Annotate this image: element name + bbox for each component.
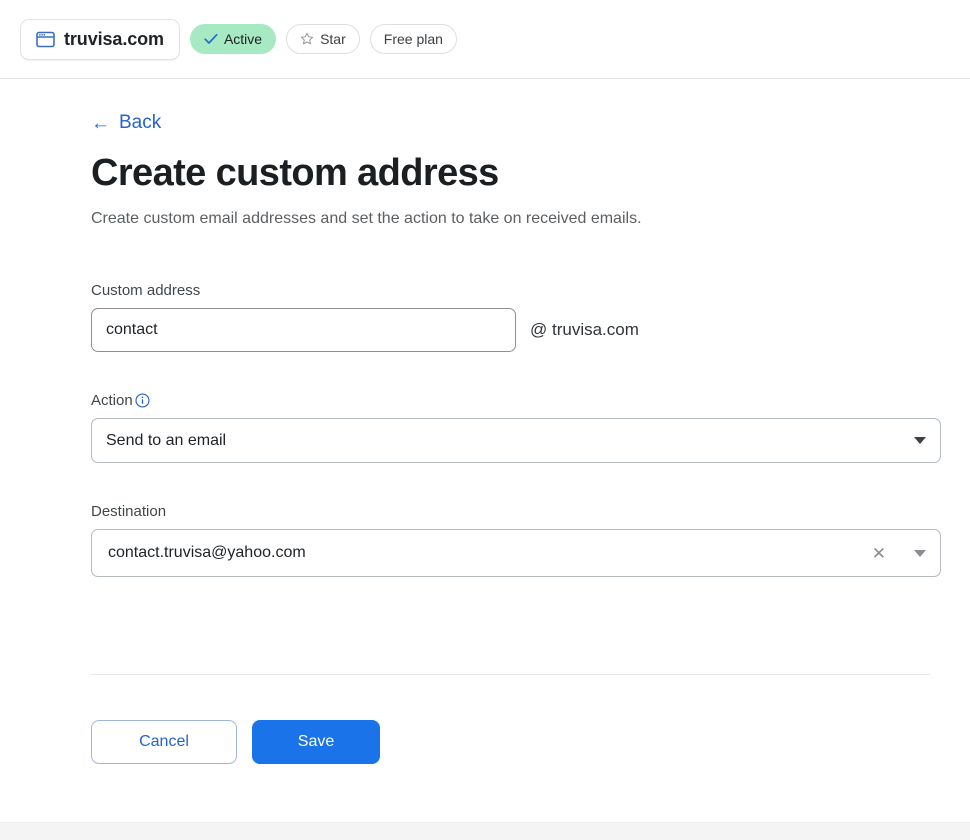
cancel-button[interactable]: Cancel xyxy=(91,720,237,765)
status-badge-active[interactable]: Active xyxy=(189,24,277,54)
back-link[interactable]: ← Back xyxy=(91,112,161,134)
footer-divider xyxy=(91,674,930,676)
info-circle-icon[interactable] xyxy=(135,393,150,408)
top-bar: truvisa.com Active Star Free plan xyxy=(0,0,970,79)
arrow-left-icon: ← xyxy=(91,112,110,134)
field-group-custom-address: Custom address @ truvisa.com xyxy=(91,282,950,353)
status-badge-label: Active xyxy=(223,31,263,47)
close-x-icon[interactable]: ✕ xyxy=(872,545,886,562)
plan-badge[interactable]: Free plan xyxy=(369,24,457,54)
main-content: ← Back Create custom address Create cust… xyxy=(0,79,970,765)
destination-label-text: Destination xyxy=(91,503,167,521)
action-select[interactable]: Send to an email xyxy=(91,418,941,464)
bottom-strip xyxy=(0,822,970,840)
action-label: Action xyxy=(91,392,950,409)
browser-window-icon xyxy=(36,31,55,48)
star-button[interactable]: Star xyxy=(286,24,360,54)
domain-suffix-label: @ truvisa.com xyxy=(530,320,639,340)
domain-chip-label: truvisa.com xyxy=(64,28,164,49)
page-subtitle: Create custom email addresses and set th… xyxy=(91,209,642,227)
plan-badge-label: Free plan xyxy=(383,31,443,47)
custom-address-row: @ truvisa.com xyxy=(91,308,950,353)
chevron-down-icon[interactable] xyxy=(914,549,926,557)
destination-combobox[interactable]: contact.truvisa@yahoo.com ✕ xyxy=(91,529,941,578)
action-select-value: Send to an email xyxy=(106,431,227,449)
form-actions: Cancel Save xyxy=(91,720,950,765)
page-title: Create custom address xyxy=(91,152,499,194)
check-icon xyxy=(204,33,218,45)
star-button-label: Star xyxy=(320,31,346,47)
chevron-down-icon[interactable] xyxy=(914,437,926,445)
destination-label: Destination xyxy=(91,503,950,520)
domain-chip[interactable]: truvisa.com xyxy=(20,18,180,60)
destination-value: contact.truvisa@yahoo.com xyxy=(108,544,306,562)
field-group-action: Action Send to an email xyxy=(91,392,950,464)
star-outline-icon xyxy=(300,32,314,46)
custom-address-label-text: Custom address xyxy=(91,282,201,300)
save-button[interactable]: Save xyxy=(252,720,380,765)
action-label-text: Action xyxy=(91,392,133,410)
custom-address-label: Custom address xyxy=(91,282,950,299)
field-group-destination: Destination contact.truvisa@yahoo.com ✕ xyxy=(91,503,950,578)
back-link-label: Back xyxy=(119,112,162,133)
custom-address-input[interactable] xyxy=(91,308,516,353)
